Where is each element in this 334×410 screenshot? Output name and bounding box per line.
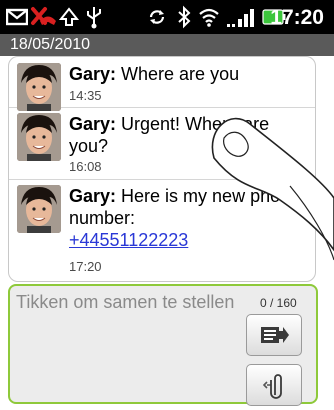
message-sender: Gary: bbox=[69, 64, 117, 84]
thread-date: 18/05/2010 bbox=[10, 36, 91, 53]
message-thread[interactable]: Gary: Where are you 14:35 Gary: Urgent! … bbox=[8, 56, 316, 282]
usb-icon bbox=[87, 7, 101, 29]
avatar bbox=[17, 113, 61, 161]
status-bar: 17:20 bbox=[0, 0, 334, 34]
message-sender: Gary: bbox=[69, 186, 117, 206]
attach-button[interactable] bbox=[246, 364, 302, 406]
bluetooth-icon bbox=[178, 5, 191, 29]
send-button[interactable] bbox=[246, 314, 302, 356]
avatar bbox=[17, 63, 61, 111]
wifi-icon bbox=[199, 8, 219, 27]
paperclip-icon bbox=[262, 374, 282, 399]
sync-icon bbox=[149, 10, 165, 24]
message-sender: Gary: bbox=[69, 114, 117, 134]
message-text: Gary: Here is my new phone number: +44551… bbox=[69, 185, 309, 251]
message-composer: Tikken om samen te stellen 0 / 160 bbox=[8, 284, 318, 406]
avatar bbox=[17, 185, 61, 233]
message-timestamp: 16:08 bbox=[69, 159, 102, 174]
message-icon bbox=[6, 8, 28, 26]
missed-call-icon bbox=[31, 7, 56, 25]
send-icon bbox=[261, 327, 289, 343]
message-timestamp: 14:35 bbox=[69, 88, 102, 103]
character-counter: 0 / 160 bbox=[260, 296, 297, 310]
message-body: Where are you bbox=[116, 64, 240, 84]
message-timestamp: 17:20 bbox=[69, 259, 102, 274]
status-time: 17:20 bbox=[270, 6, 324, 29]
message-text: Gary: Urgent! Where are you? bbox=[69, 113, 309, 157]
message-item[interactable]: Gary: Urgent! Where are you? 16:08 bbox=[9, 107, 315, 180]
message-text: Gary: Where are you bbox=[69, 63, 309, 85]
signal-icon bbox=[227, 9, 254, 27]
message-input[interactable]: Tikken om samen te stellen bbox=[16, 290, 236, 314]
upload-icon bbox=[58, 7, 80, 26]
thread-date-header: 18/05/2010 bbox=[0, 34, 334, 56]
message-item[interactable]: Gary: Here is my new phone number: +44551… bbox=[9, 179, 315, 281]
phone-number-link[interactable]: +44551122223 bbox=[69, 229, 309, 251]
message-item[interactable]: Gary: Where are you 14:35 bbox=[9, 57, 315, 111]
